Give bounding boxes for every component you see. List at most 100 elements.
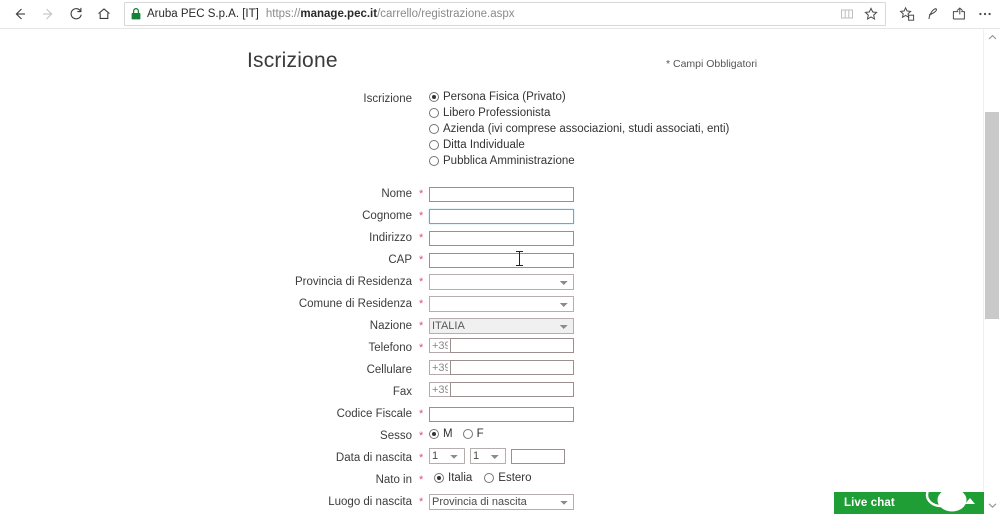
forward-button[interactable]	[34, 0, 62, 28]
share-icon	[952, 7, 965, 20]
radio-icon[interactable]	[462, 429, 473, 439]
required-marker-iscrizione: *	[417, 89, 429, 107]
telefono-prefix-input[interactable]	[429, 338, 450, 353]
data-nascita-day-select[interactable]: 1	[429, 448, 465, 464]
live-chat-widget[interactable]: Live chat	[834, 482, 984, 514]
refresh-button[interactable]	[62, 0, 90, 28]
radio-label: Ditta Individuale	[443, 139, 525, 151]
radio-icon[interactable]	[434, 473, 444, 483]
label-codice-fiscale: Codice Fiscale	[336, 408, 412, 420]
field-nazione: ITALIA	[429, 316, 984, 334]
browser-toolbar: Aruba PEC S.p.A. [IT] https://manage.pec…	[0, 0, 1000, 29]
radio-icon	[429, 124, 439, 134]
form-row-comune-residenza: Comune di Residenza *	[0, 294, 984, 313]
label-sesso: Sesso	[380, 430, 412, 442]
required-fields-note: * Campi Obbligatori	[666, 58, 758, 70]
label-cognome: Cognome	[362, 210, 412, 222]
radio-label-f: F	[476, 428, 484, 440]
form-row-telefono: Telefono *	[0, 338, 984, 357]
ellipsis-icon	[979, 12, 991, 16]
indirizzo-input[interactable]	[429, 230, 574, 246]
radio-option-libero-professionista[interactable]: Libero Professionista	[429, 105, 984, 121]
radio-icon	[429, 108, 439, 118]
form-row-nome: Nome *	[0, 184, 984, 203]
home-button[interactable]	[90, 0, 118, 28]
cognome-input[interactable]	[429, 208, 574, 224]
scroll-down-button[interactable]	[984, 497, 1000, 514]
address-bar[interactable]: Aruba PEC S.p.A. [IT] https://manage.pec…	[124, 2, 886, 26]
data-nascita-year-input[interactable]	[511, 448, 565, 464]
form-row-indirizzo: Indirizzo *	[0, 228, 984, 247]
url-path: /carrello/registrazione.aspx	[377, 8, 515, 20]
radio-icon	[429, 140, 439, 150]
field-data-nascita: 1 1	[429, 448, 984, 464]
form-row-cognome: Cognome *	[0, 206, 984, 225]
reading-view-icon[interactable]	[835, 4, 859, 24]
scrollbar-track[interactable]	[984, 46, 1000, 497]
form-row-sesso: Sesso * M F	[0, 426, 984, 445]
cellulare-prefix-input[interactable]	[429, 360, 450, 375]
star-plus-icon	[899, 6, 915, 21]
url-text: https://manage.pec.it/carrello/registraz…	[266, 8, 515, 20]
form-row-cellulare: Cellulare *	[0, 360, 984, 379]
codice-fiscale-input[interactable]	[429, 406, 574, 422]
fax-input[interactable]	[450, 382, 574, 397]
scrollbar-thumb[interactable]	[985, 112, 999, 319]
radio-label: Pubblica Amministrazione	[443, 155, 575, 167]
required-marker-telefono: *	[419, 342, 424, 354]
vertical-scrollbar[interactable]	[983, 29, 1000, 514]
cellulare-input[interactable]	[450, 360, 574, 375]
radio-icon[interactable]	[429, 429, 439, 439]
comune-residenza-select[interactable]	[429, 296, 574, 312]
page-title: Iscrizione	[247, 49, 338, 72]
fax-prefix-input[interactable]	[429, 382, 450, 397]
label-nazione: Nazione	[369, 320, 412, 332]
url-scheme: https://	[265, 8, 301, 20]
required-marker-nome: *	[419, 188, 424, 200]
url-host: manage.pec.it	[300, 8, 378, 20]
scroll-up-button[interactable]	[984, 29, 1000, 46]
radio-option-azienda[interactable]: Azienda (ivi comprese associazioni, stud…	[429, 121, 984, 137]
triangle-up-icon[interactable]	[965, 498, 975, 504]
chat-bubbles-icon	[925, 482, 967, 512]
back-button[interactable]	[6, 0, 34, 28]
share-button[interactable]	[946, 1, 972, 27]
telefono-input[interactable]	[450, 338, 574, 353]
nazione-select[interactable]: ITALIA	[429, 318, 574, 334]
field-fax	[429, 382, 984, 397]
radio-option-pubblica-amministrazione[interactable]: Pubblica Amministrazione	[429, 153, 984, 169]
field-cellulare	[429, 360, 984, 375]
label-provincia-residenza: Provincia di Residenza	[295, 276, 412, 288]
form-row-nato-in: Nato in * Italia Estero	[0, 470, 984, 489]
field-comune-residenza	[429, 294, 984, 312]
provincia-residenza-select[interactable]	[429, 274, 574, 290]
page-content: Iscrizione * Campi Obbligatori Iscrizion…	[0, 29, 984, 514]
radio-option-ditta-individuale[interactable]: Ditta Individuale	[429, 137, 984, 153]
required-marker-data-nascita: *	[419, 452, 424, 464]
radio-group-nato-in: Italia Estero	[429, 470, 984, 486]
field-telefono	[429, 338, 984, 353]
radio-label-italia: Italia	[448, 472, 473, 484]
live-chat-label: Live chat	[844, 497, 895, 509]
label-fax: Fax	[392, 386, 412, 398]
add-to-favorites-button[interactable]	[894, 1, 920, 27]
more-options-button[interactable]	[972, 1, 998, 27]
favorite-star-icon[interactable]	[859, 4, 883, 24]
radio-label-m: M	[443, 428, 453, 440]
radio-label: Libero Professionista	[443, 107, 551, 119]
form-row-nazione: Nazione * ITALIA	[0, 316, 984, 335]
form-row-fax: Fax *	[0, 382, 984, 401]
cap-input[interactable]	[429, 252, 574, 268]
nome-input[interactable]	[429, 186, 574, 202]
required-marker-provincia-residenza: *	[419, 276, 424, 288]
luogo-nascita-provincia-select[interactable]: Provincia di nascita	[429, 494, 574, 510]
data-nascita-month-select[interactable]: 1	[470, 448, 506, 464]
make-a-note-button[interactable]	[920, 1, 946, 27]
radio-icon[interactable]	[484, 473, 495, 483]
arrow-right-icon	[43, 8, 53, 20]
registration-form: Iscrizione * Persona Fisica (Privato) Li…	[0, 89, 984, 514]
field-indirizzo	[429, 228, 984, 246]
form-row-cap: CAP *	[0, 250, 984, 269]
radio-option-persona-fisica[interactable]: Persona Fisica (Privato)	[429, 89, 984, 105]
